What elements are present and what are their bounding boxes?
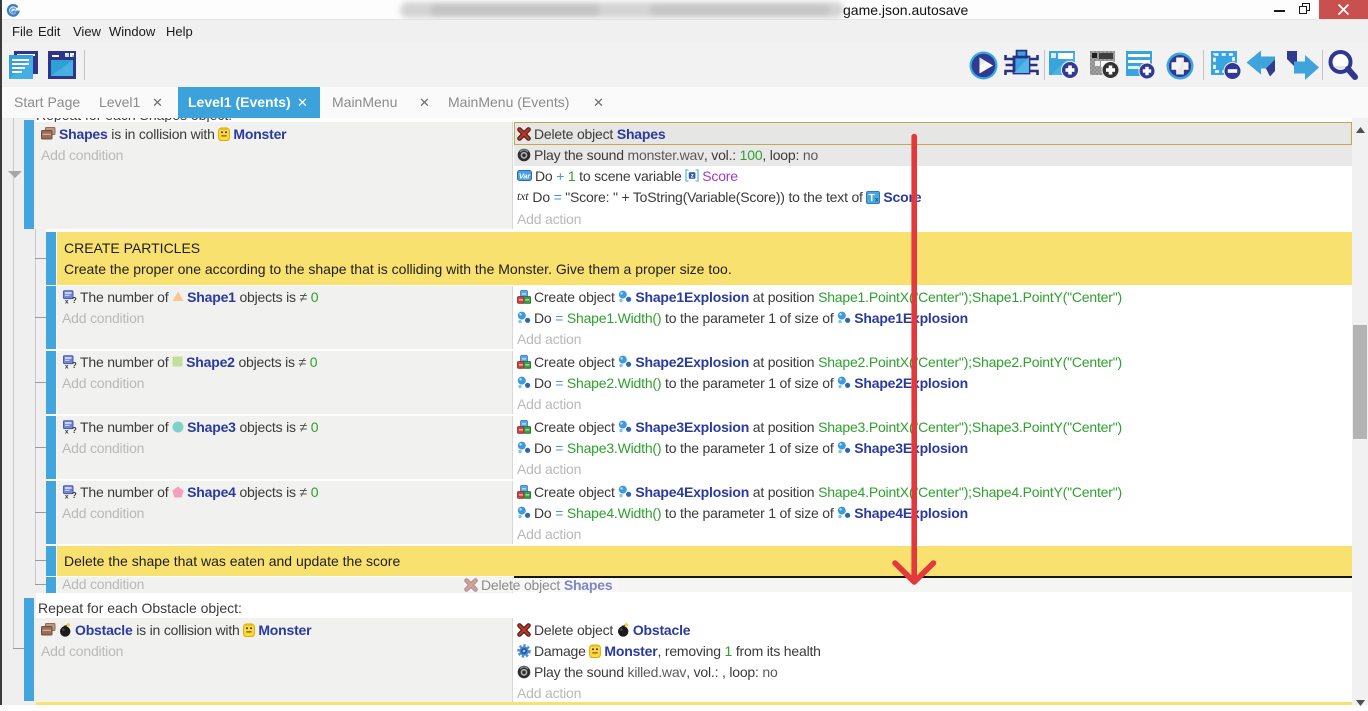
svg-text:x: x (65, 363, 69, 368)
svg-text:x: x (65, 493, 69, 498)
svg-text:?: ? (72, 361, 77, 369)
svg-text:x: x (65, 428, 69, 433)
svg-text:?: ? (72, 426, 77, 434)
svg-text:?: ? (72, 296, 77, 304)
svg-text:T: T (869, 193, 875, 204)
svg-text:x: x (65, 298, 69, 303)
svg-text:Var: Var (519, 172, 531, 181)
svg-text:?: ? (72, 491, 77, 499)
